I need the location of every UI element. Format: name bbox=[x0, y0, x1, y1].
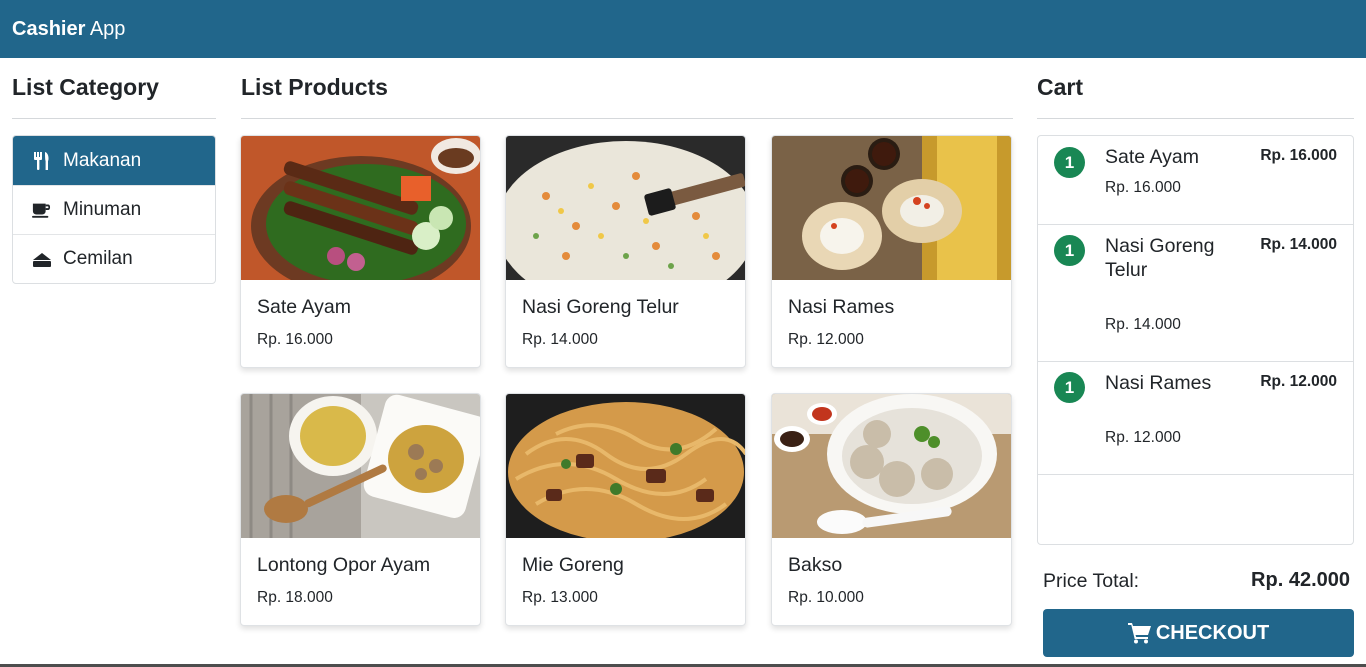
cart-item-name: Sate Ayam bbox=[1105, 146, 1199, 168]
cart-title: Cart bbox=[1037, 74, 1084, 100]
cart-item-total: Rp. 12.000 bbox=[1260, 373, 1337, 390]
cart-item-name: Nasi Rames bbox=[1105, 372, 1212, 394]
product-name: Nasi Rames bbox=[788, 296, 895, 318]
product-name: Nasi Goreng Telur bbox=[522, 296, 679, 318]
product-price: Rp. 14.000 bbox=[522, 331, 598, 348]
checkout-button[interactable]: CHECKOUT bbox=[1043, 609, 1354, 657]
quantity-badge: 1 bbox=[1054, 235, 1085, 266]
product-card-sate-ayam[interactable]: Sate Ayam Rp. 16.000 bbox=[240, 135, 481, 368]
category-item-makanan[interactable]: Makanan bbox=[13, 136, 215, 185]
cake-icon bbox=[33, 253, 51, 267]
lontong-opor-photo bbox=[241, 394, 480, 538]
product-price: Rp. 10.000 bbox=[788, 589, 864, 606]
checkout-label: CHECKOUT bbox=[1155, 621, 1270, 644]
product-card-mie-goreng[interactable]: Mie Goreng Rp. 13.000 bbox=[505, 393, 746, 626]
cart-item[interactable]: 1 Nasi Rames Rp. 12.000 Rp. 12.000 bbox=[1038, 362, 1353, 475]
shopping-cart-icon bbox=[1127, 623, 1151, 644]
cart-divider bbox=[1037, 118, 1354, 119]
app-brand[interactable]: Cashier App bbox=[12, 18, 125, 41]
product-name: Mie Goreng bbox=[522, 554, 624, 576]
navbar: Cashier App bbox=[0, 0, 1366, 58]
cart-list: 1 Sate Ayam Rp. 16.000 Rp. 16.000 1 Nasi… bbox=[1037, 135, 1354, 545]
category-divider bbox=[12, 118, 216, 119]
cart-item-total: Rp. 16.000 bbox=[1260, 147, 1337, 164]
cart-item-total: Rp. 14.000 bbox=[1260, 236, 1337, 253]
product-card-nasi-goreng-telur[interactable]: Nasi Goreng Telur Rp. 14.000 bbox=[505, 135, 746, 368]
category-title: List Category bbox=[12, 74, 159, 100]
nasi-rames-photo bbox=[772, 136, 1011, 280]
cart-item[interactable]: 1 Nasi Goreng Telur Rp. 14.000 Rp. 14.00… bbox=[1038, 225, 1353, 362]
category-item-cemilan[interactable]: Cemilan bbox=[13, 234, 215, 283]
product-price: Rp. 12.000 bbox=[788, 331, 864, 348]
products-title: List Products bbox=[241, 74, 388, 100]
cart-item-unit-price: Rp. 14.000 bbox=[1105, 316, 1181, 333]
category-label: Makanan bbox=[63, 149, 142, 171]
mie-goreng-photo bbox=[506, 394, 745, 538]
category-item-minuman[interactable]: Minuman bbox=[13, 185, 215, 234]
category-label: Minuman bbox=[63, 199, 142, 220]
cart-item-name: Nasi Goreng Telur bbox=[1105, 235, 1215, 281]
utensils-icon bbox=[34, 151, 49, 170]
product-name: Sate Ayam bbox=[257, 296, 351, 318]
product-card-lontong-opor-ayam[interactable]: Lontong Opor Ayam Rp. 18.000 bbox=[240, 393, 481, 626]
category-list: Makanan Minuman Cemilan bbox=[12, 135, 216, 284]
quantity-badge: 1 bbox=[1054, 147, 1085, 178]
products-divider bbox=[241, 118, 1013, 119]
product-price: Rp. 16.000 bbox=[257, 331, 333, 348]
product-card-bakso[interactable]: Bakso Rp. 10.000 bbox=[771, 393, 1012, 626]
product-price: Rp. 18.000 bbox=[257, 589, 333, 606]
bakso-photo bbox=[772, 394, 1011, 538]
price-total-label: Price Total: bbox=[1043, 570, 1140, 592]
product-name: Bakso bbox=[788, 554, 843, 576]
product-name: Lontong Opor Ayam bbox=[257, 554, 431, 576]
product-card-nasi-rames[interactable]: Nasi Rames Rp. 12.000 bbox=[771, 135, 1012, 368]
sate-ayam-photo bbox=[241, 136, 480, 280]
category-label: Cemilan bbox=[63, 248, 133, 269]
cart-item-unit-price: Rp. 16.000 bbox=[1105, 179, 1181, 196]
cart-item-unit-price: Rp. 12.000 bbox=[1105, 429, 1181, 446]
price-total-value: Rp. 42.000 bbox=[1251, 569, 1350, 591]
product-price: Rp. 13.000 bbox=[522, 589, 598, 606]
cart-item[interactable]: 1 Sate Ayam Rp. 16.000 Rp. 16.000 bbox=[1038, 136, 1353, 225]
nasi-goreng-photo bbox=[506, 136, 745, 280]
coffee-icon bbox=[32, 203, 51, 218]
quantity-badge: 1 bbox=[1054, 372, 1085, 403]
